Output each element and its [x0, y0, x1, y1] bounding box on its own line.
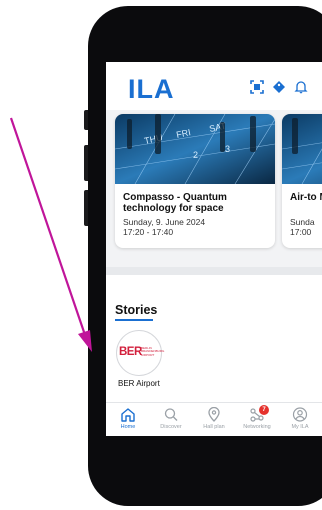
- annotation-arrow-icon: [9, 117, 92, 352]
